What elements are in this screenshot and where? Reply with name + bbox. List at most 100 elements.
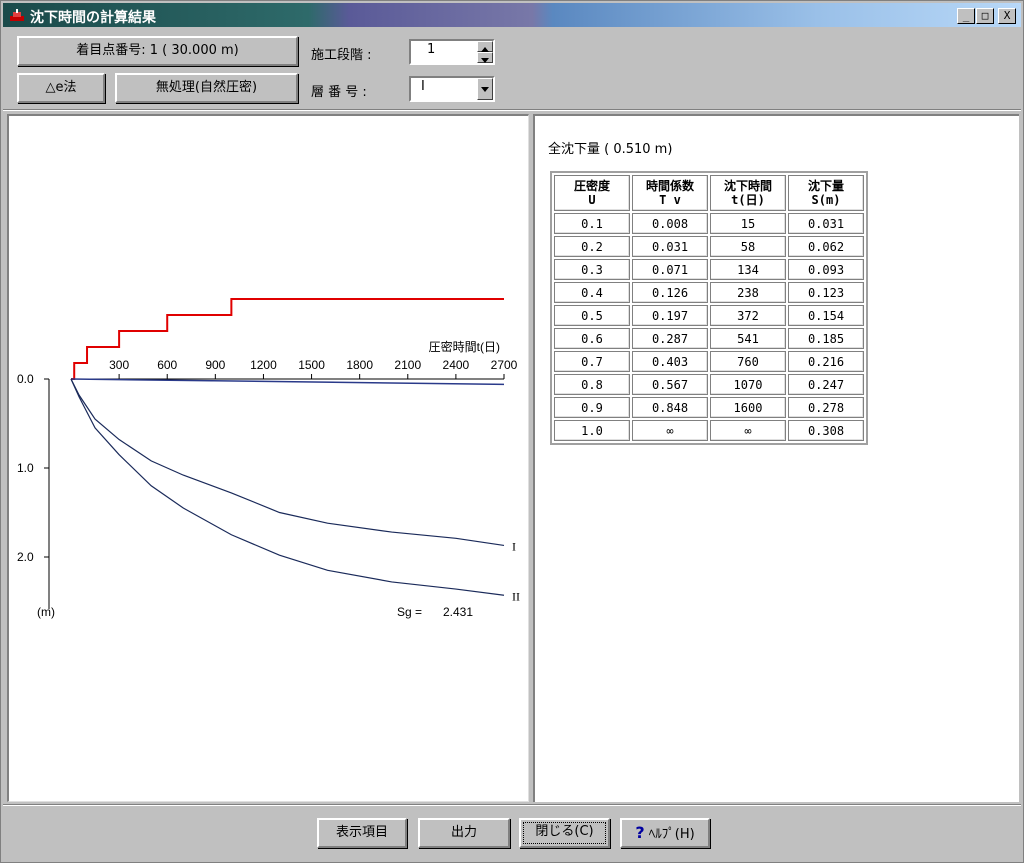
sg-label: Sg = [397,605,422,619]
y-tick-label: 1.0 [17,461,34,475]
layer-dropdown-button[interactable] [477,78,493,100]
curve-label-I: I [512,539,516,553]
treatment-button[interactable]: 無処理(自然圧密) [115,73,298,103]
table-cell: 0.9 [554,397,630,418]
point-number-button[interactable]: 着目点番号: 1 ( 30.000 m) [17,36,298,66]
close-window-button[interactable]: X [998,8,1016,24]
spin-up-button[interactable] [477,41,493,52]
table-header-row: 圧密度 U 時間係数 T v 沈下時間 t(日) 沈下量 S(m) [554,175,864,211]
y-axis-unit: (m) [37,605,55,619]
table-cell: 0.216 [788,351,864,372]
x-tick-label: 600 [157,358,177,372]
window-title: 沈下時間の計算結果 [30,10,156,26]
table-cell: 0.3 [554,259,630,280]
chevron-down-icon [481,87,489,92]
x-axis-title: 圧密時間t(日) [429,339,500,354]
settlement-curve-II [70,378,505,596]
table-cell: 0.031 [788,213,864,234]
table-cell: 0.197 [632,305,708,326]
table-cell: 0.093 [788,259,864,280]
table-cell: 0.031 [632,236,708,257]
stage-value: 1 [427,42,436,57]
app-icon [10,9,24,21]
table-cell: 0.123 [788,282,864,303]
table-cell: 1.0 [554,420,630,441]
x-tick-label: 2400 [443,358,470,372]
table-cell: 238 [710,282,786,303]
table-row: 0.3 0.071 134 0.093 [554,259,864,280]
help-icon: ? [635,823,645,842]
table-cell: 0.126 [632,282,708,303]
arrow-down-icon [481,58,489,63]
table-cell: 0.1 [554,213,630,234]
layer-value: I [421,79,425,94]
title-bar: 沈下時間の計算結果 _ □ X [3,3,1021,27]
y-tick-label: 2.0 [17,550,34,564]
table-cell: 0.8 [554,374,630,395]
table-row: 0.6 0.287 541 0.185 [554,328,864,349]
table-row: 0.5 0.197 372 0.154 [554,305,864,326]
settlement-curve-I [70,378,505,547]
stage-spinner[interactable]: 1 [409,39,495,65]
table-row: 0.1 0.008 15 0.031 [554,213,864,234]
maximize-button[interactable]: □ [976,8,994,24]
table-cell: 372 [710,305,786,326]
table-row: 0.2 0.031 58 0.062 [554,236,864,257]
table-cell: 0.4 [554,282,630,303]
top-separator [3,109,1021,111]
table-cell: 15 [710,213,786,234]
x-tick-label: 900 [205,358,225,372]
results-panel: 全沈下量 ( 0.510 m) 圧密度 U 時間係数 T v 沈下時間 t(日) 沈下… [533,114,1019,802]
settlement-chart: 300 600 900 1200 1500 1800 2100 2400 2700 圧密時間t(日… [17,298,520,619]
x-tick-label: 2100 [394,358,421,372]
table-cell: 0.403 [632,351,708,372]
method-button[interactable]: △e法 [17,73,105,103]
table-cell: ∞ [632,420,708,441]
table-row: 0.9 0.848 1600 0.278 [554,397,864,418]
x-tick-label: 300 [109,358,129,372]
table-cell: 0.848 [632,397,708,418]
results-table: 圧密度 U 時間係数 T v 沈下時間 t(日) 沈下量 S(m) 0.1 0.008 15… [550,171,868,445]
table-cell: 0.062 [788,236,864,257]
table-cell: 0.185 [788,328,864,349]
layer-label: 層 番 号 : [311,85,367,100]
total-settlement-label: 全沈下量 ( 0.510 m) [548,142,673,157]
header-settlement-time: 沈下時間 t(日) [710,175,786,211]
spin-down-button[interactable] [477,52,493,63]
table-row: 0.4 0.126 238 0.123 [554,282,864,303]
settlement-graph-panel: 300 600 900 1200 1500 1800 2100 2400 2700 圧密時間t(日… [7,114,529,802]
table-cell: 0.247 [788,374,864,395]
table-row: 0.7 0.403 760 0.216 [554,351,864,372]
header-consolidation-degree: 圧密度 U [554,175,630,211]
table-cell: 0.6 [554,328,630,349]
table-cell: 0.071 [632,259,708,280]
table-row: 0.8 0.567 1070 0.247 [554,374,864,395]
table-cell: 0.5 [554,305,630,326]
header-settlement-amount: 沈下量 S(m) [788,175,864,211]
curve-label-II: II [512,589,520,603]
reference-line [70,378,505,386]
table-cell: 0.008 [632,213,708,234]
table-cell: 1070 [710,374,786,395]
table-cell: 1600 [710,397,786,418]
layer-select[interactable]: I [409,76,495,102]
table-row: 1.0 ∞ ∞ 0.308 [554,420,864,441]
table-cell: ∞ [710,420,786,441]
minimize-button[interactable]: _ [957,8,975,24]
table-cell: 0.154 [788,305,864,326]
display-items-button[interactable]: 表示項目 [317,818,407,848]
table-cell: 541 [710,328,786,349]
stage-label: 施工段階 : [311,48,372,63]
table-cell: 0.287 [632,328,708,349]
output-button[interactable]: 出力 [418,818,510,848]
bottom-separator [3,804,1021,806]
footer-bar: 表示項目 出力 閉じる(C) ? ﾍﾙﾌﾟ(H) [3,807,1021,860]
x-tick-label: 1200 [250,358,277,372]
help-button[interactable]: ? ﾍﾙﾌﾟ(H) [620,818,710,848]
table-cell: 0.7 [554,351,630,372]
close-button[interactable]: 閉じる(C) [519,818,610,848]
table-cell: 760 [710,351,786,372]
table-cell: 0.308 [788,420,864,441]
table-cell: 58 [710,236,786,257]
table-cell: 0.2 [554,236,630,257]
